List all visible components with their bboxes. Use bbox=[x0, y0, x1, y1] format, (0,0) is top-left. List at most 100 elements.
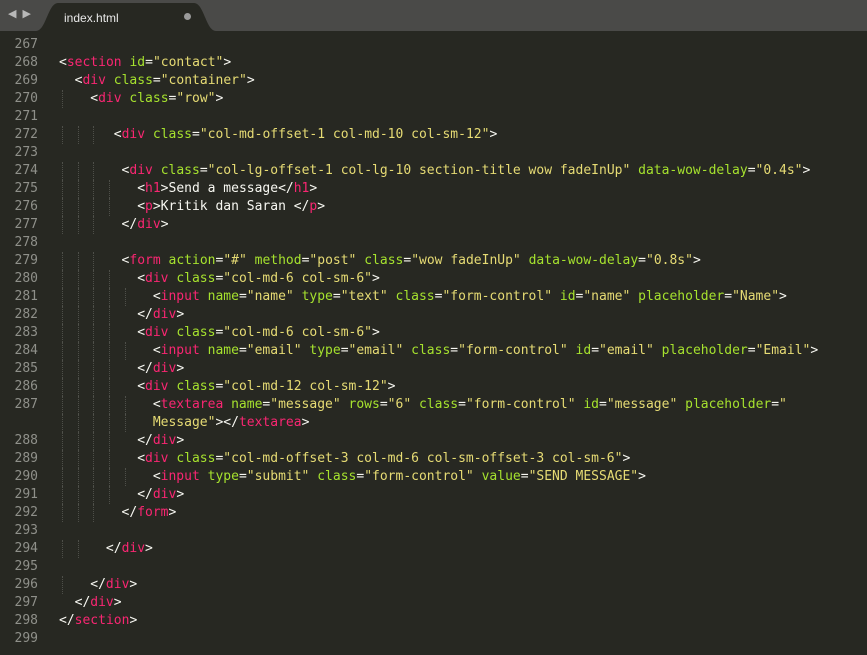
code-token: < bbox=[90, 91, 99, 106]
code-token: > bbox=[638, 469, 646, 484]
code-token: class bbox=[176, 271, 216, 286]
code-token: div bbox=[145, 451, 169, 466]
code-token: "col-md-12 col-sm-12" bbox=[223, 379, 388, 394]
code-token: class bbox=[317, 469, 357, 484]
code-token: method bbox=[254, 253, 302, 268]
indent-guide bbox=[62, 198, 64, 216]
code-token: "col-md-offset-3 col-md-6 col-sm-offset-… bbox=[223, 451, 623, 466]
indent-guide bbox=[108, 468, 111, 486]
code-token: > bbox=[246, 73, 255, 88]
code-token: class bbox=[160, 163, 200, 178]
code-token: = bbox=[450, 343, 459, 358]
code-token: div bbox=[152, 487, 177, 502]
indent-guide bbox=[77, 342, 80, 360]
indent-guide bbox=[93, 216, 95, 234]
code-token: = bbox=[591, 343, 600, 358]
code-line: 278 bbox=[0, 234, 867, 252]
code-token: "SEND MESSAGE" bbox=[528, 469, 639, 484]
code-line: 270 <div class="row"> bbox=[0, 90, 867, 108]
code-token: > bbox=[176, 487, 185, 502]
code-text: <input name="name" type="text" class="fo… bbox=[153, 288, 787, 306]
code-token: id bbox=[129, 55, 146, 70]
code-text: <div class="row"> bbox=[90, 90, 223, 108]
line-number: 289 bbox=[14, 451, 38, 466]
line-number: 273 bbox=[14, 145, 38, 160]
code-token: type bbox=[301, 289, 333, 304]
code-editor[interactable]: 266<!-- Contact section -->267268<sectio… bbox=[0, 31, 867, 655]
tab-navigation: ◀ ▶ bbox=[8, 7, 31, 23]
indent-guide bbox=[62, 180, 64, 198]
line-number: 299 bbox=[14, 631, 38, 646]
code-token: class bbox=[176, 325, 216, 340]
line-number: 283 bbox=[14, 325, 38, 340]
indent-guide bbox=[77, 432, 80, 450]
code-text: Message"></textarea> bbox=[153, 414, 310, 432]
code-token: = bbox=[145, 55, 153, 70]
code-token: "email" bbox=[599, 343, 654, 358]
code-token: = bbox=[724, 289, 733, 304]
indent-guide bbox=[62, 378, 64, 396]
code-token: rows bbox=[348, 397, 380, 412]
code-token: class bbox=[411, 343, 451, 358]
indent-guide bbox=[62, 288, 64, 306]
code-token: div bbox=[82, 73, 106, 88]
code-text: </div> bbox=[137, 432, 184, 450]
code-token: "message" bbox=[270, 397, 341, 412]
indent-guide bbox=[93, 288, 95, 306]
code-line: 298 </section> bbox=[0, 612, 867, 630]
code-token: "Email" bbox=[755, 343, 811, 358]
line-number: 269 bbox=[14, 73, 38, 88]
indent-guide bbox=[77, 396, 80, 414]
code-line: 281 <input name="name" type="text" class=… bbox=[0, 288, 867, 306]
code-token: </ bbox=[121, 505, 138, 520]
tab-index-html[interactable]: index.html bbox=[36, 3, 216, 31]
indent-guide bbox=[77, 360, 80, 378]
code-token: id bbox=[559, 289, 576, 304]
code-token: </ bbox=[121, 217, 138, 232]
code-line: 288 </div> bbox=[0, 432, 867, 450]
code-text: </div> bbox=[137, 486, 184, 504]
unsaved-dot-icon[interactable] bbox=[184, 13, 191, 20]
code-text: </div> bbox=[137, 306, 184, 324]
code-token: "col-md-6 col-sm-6" bbox=[223, 325, 373, 340]
indent-guide bbox=[77, 504, 80, 522]
code-token: = bbox=[520, 469, 529, 484]
code-token: = bbox=[238, 469, 247, 484]
code-line: 280 <div class="col-md-6 col-sm-6"> bbox=[0, 270, 867, 288]
code-line: 293 bbox=[0, 522, 867, 540]
chevron-right-icon[interactable]: ▶ bbox=[22, 7, 30, 23]
code-line: 274 <div class="col-lg-offset-1 col-lg-10… bbox=[0, 162, 867, 180]
code-line: 273 bbox=[0, 144, 867, 162]
code-line: 268 <section id="contact"> bbox=[0, 54, 867, 72]
code-token: "#" bbox=[223, 253, 247, 268]
code-token: > bbox=[223, 55, 232, 70]
indent-guide bbox=[93, 306, 95, 324]
indent-guide bbox=[124, 288, 127, 306]
code-token: = bbox=[238, 343, 247, 358]
code-token: = bbox=[356, 469, 365, 484]
code-token: "row" bbox=[176, 91, 216, 106]
indent-guide bbox=[77, 414, 80, 432]
code-token: = bbox=[403, 253, 412, 268]
code-token: class bbox=[113, 73, 153, 88]
code-line: 285 </div> bbox=[0, 360, 867, 378]
indent-guide bbox=[62, 414, 64, 432]
line-number: 288 bbox=[14, 433, 38, 448]
indent-guide bbox=[62, 162, 64, 180]
code-token: > bbox=[129, 577, 138, 592]
code-text: <div class="col-md-6 col-sm-6"> bbox=[137, 270, 380, 288]
indent-guide bbox=[108, 432, 111, 450]
chevron-left-icon[interactable]: ◀ bbox=[8, 7, 16, 23]
line-number: 284 bbox=[14, 343, 38, 358]
indent-guide bbox=[62, 468, 64, 486]
